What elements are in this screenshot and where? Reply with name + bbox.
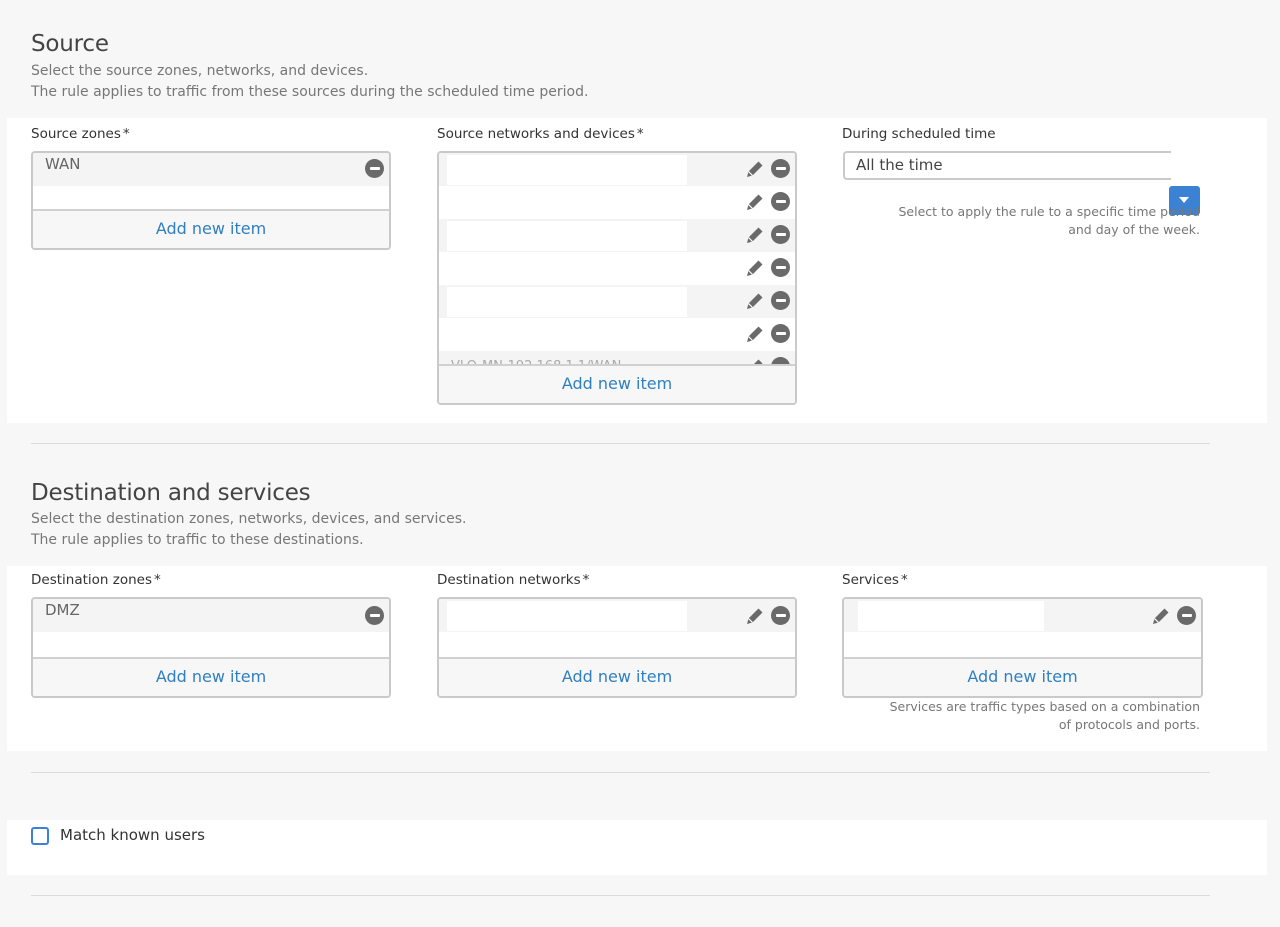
match-known-users-checkbox[interactable]	[31, 827, 49, 845]
destination-desc-line2: The rule applies to traffic to these des…	[31, 532, 364, 548]
zone-item-text: DMZ	[45, 601, 80, 619]
remove-icon[interactable]	[1177, 606, 1196, 625]
destination-section-title: Destination and services	[31, 480, 311, 506]
list-item: WAN	[33, 153, 389, 186]
add-destination-network-button[interactable]: Add new item	[439, 657, 795, 696]
edit-pencil-icon[interactable]	[1151, 606, 1171, 626]
list-item: DMZ	[33, 599, 389, 632]
services-label: Services *	[842, 572, 908, 588]
schedule-help-text: Select to apply the rule to a specific t…	[898, 204, 1200, 237]
list-item	[844, 599, 1201, 632]
services-help-text: Services are traffic types based on a co…	[889, 699, 1200, 732]
remove-icon[interactable]	[771, 192, 790, 211]
source-networks-list: VLO-MN-192.168.1.1/WAN... Add new item	[437, 151, 797, 405]
destination-desc-line1: Select the destination zones, networks, …	[31, 511, 467, 527]
edit-pencil-icon[interactable]	[745, 192, 765, 212]
list-item	[439, 219, 795, 252]
zone-item-text: WAN	[45, 155, 81, 173]
remove-icon[interactable]	[771, 258, 790, 277]
add-destination-zone-button[interactable]: Add new item	[33, 657, 389, 696]
destination-zones-label: Destination zones *	[31, 572, 161, 588]
schedule-label: During scheduled time	[842, 126, 996, 142]
source-desc-line2: The rule applies to traffic from these s…	[31, 84, 589, 100]
edit-pencil-icon[interactable]	[745, 159, 765, 179]
list-item	[439, 285, 795, 318]
remove-icon[interactable]	[771, 606, 790, 625]
add-service-button[interactable]: Add new item	[844, 657, 1201, 696]
add-source-network-button[interactable]: Add new item	[439, 364, 795, 403]
section-divider	[31, 443, 1210, 444]
remove-icon[interactable]	[771, 159, 790, 178]
edit-pencil-icon[interactable]	[745, 258, 765, 278]
destination-section-description: Select the destination zones, networks, …	[31, 509, 466, 551]
remove-icon[interactable]	[365, 606, 384, 625]
source-zones-list: WAN Add new item	[31, 151, 391, 250]
remove-icon[interactable]	[771, 324, 790, 343]
section-divider	[31, 772, 1210, 773]
source-section-title: Source	[31, 31, 109, 57]
source-networks-label: Source networks and devices *	[437, 126, 644, 142]
schedule-select[interactable]: All the time	[843, 151, 1171, 180]
source-section-description: Select the source zones, networks, and d…	[31, 61, 588, 103]
edit-pencil-icon[interactable]	[745, 324, 765, 344]
source-desc-line1: Select the source zones, networks, and d…	[31, 63, 369, 79]
list-item	[439, 153, 795, 186]
list-item	[439, 252, 795, 285]
remove-icon[interactable]	[771, 291, 790, 310]
remove-icon[interactable]	[771, 225, 790, 244]
add-source-zone-button[interactable]: Add new item	[33, 209, 389, 248]
services-list: Add new item	[842, 597, 1203, 698]
list-item	[439, 318, 795, 351]
remove-icon[interactable]	[365, 159, 384, 178]
edit-pencil-icon[interactable]	[745, 291, 765, 311]
section-divider	[31, 895, 1210, 896]
list-item	[439, 599, 795, 632]
destination-zones-list: DMZ Add new item	[31, 597, 391, 698]
match-known-users-label[interactable]: Match known users	[60, 826, 205, 844]
destination-networks-label: Destination networks *	[437, 572, 590, 588]
destination-networks-list: Add new item	[437, 597, 797, 698]
source-zones-label: Source zones *	[31, 126, 130, 142]
source-networks-scroll[interactable]: VLO-MN-192.168.1.1/WAN...	[439, 153, 795, 368]
edit-pencil-icon[interactable]	[745, 225, 765, 245]
edit-pencil-icon[interactable]	[745, 606, 765, 626]
list-item	[439, 186, 795, 219]
